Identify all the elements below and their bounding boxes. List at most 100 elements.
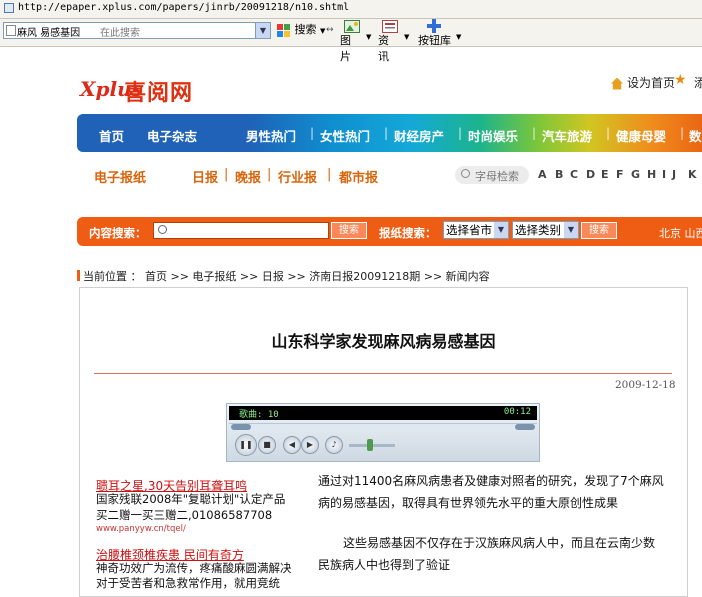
pause-button[interactable]: ❚❚ xyxy=(235,434,257,456)
paper-divider: | xyxy=(327,167,332,182)
arrows-icon[interactable]: ↔ xyxy=(326,25,334,47)
paragraph-2-line-2: 民族病人中也得到了验证 xyxy=(318,558,451,572)
player-display: 歌曲: 10 00:12 xyxy=(229,406,537,420)
toolbar-search-button[interactable]: 搜索 ▼ xyxy=(276,21,325,43)
paper-link-daily[interactable]: 日报 xyxy=(192,167,218,186)
toolbar-search-value[interactable]: 麻风 易感基因 xyxy=(17,24,80,39)
nav-more[interactable]: 数 xyxy=(689,126,702,145)
search-icon xyxy=(158,225,167,234)
next-button[interactable]: ▶ xyxy=(301,436,319,454)
nav-finance[interactable]: 财经房产 xyxy=(394,126,444,145)
chevron-down-icon: ▼ xyxy=(456,33,462,41)
set-homepage-label: 设为首页 xyxy=(627,76,676,90)
search-icon xyxy=(461,169,470,178)
toolbar-search-box[interactable]: 麻风 易感基因 在此搜索 ▼ xyxy=(3,22,271,39)
paper-link-evening[interactable]: 晚报 xyxy=(235,167,261,186)
seek-end xyxy=(515,424,535,430)
chevron-down-icon: ▼ xyxy=(320,27,326,35)
plus-icon xyxy=(427,19,441,33)
ad-url-1[interactable]: www.panyyw.cn/tqel/ xyxy=(96,524,186,534)
search-band: 内容搜索： 搜索 报纸搜索： 选择省市 ▼ 选择类别 ▼ 搜索 北京 山西 xyxy=(77,217,702,246)
page-icon xyxy=(4,3,14,13)
paper-search-button[interactable]: 搜索 xyxy=(581,222,617,239)
paper-divider: | xyxy=(267,167,272,182)
nav-divider: | xyxy=(606,126,611,140)
content-search-button[interactable]: 搜索 xyxy=(331,222,367,239)
nav-auto[interactable]: 汽车旅游 xyxy=(542,126,592,145)
song-label: 歌曲: 10 xyxy=(239,410,279,420)
breadcrumb-text[interactable]: 当前位置 ： 首页 >> 电子报纸 >> 日报 >> 济南日报20091218期… xyxy=(83,270,490,283)
article-title: 山东科学家发现麻风病易感基因 xyxy=(271,332,496,351)
site-logo[interactable]: Xplus 喜阅网 xyxy=(80,75,210,106)
set-homepage-link[interactable]: 设为首页 xyxy=(611,74,675,91)
ad-line-1a: 国家残联2008年"复聪计划"认定产品 xyxy=(96,492,286,506)
letter-f[interactable]: F xyxy=(616,168,624,181)
letter-search-label: 字母检索 xyxy=(475,170,519,183)
star-icon: ★ xyxy=(674,72,687,88)
google-icon xyxy=(277,23,290,37)
nav-fashion[interactable]: 时尚娱乐 xyxy=(468,126,518,145)
nav-home[interactable]: 首页 xyxy=(99,126,124,145)
letter-e[interactable]: E xyxy=(601,168,609,181)
epaper-title[interactable]: 电子报纸 xyxy=(94,167,146,186)
volume-slider[interactable] xyxy=(349,439,395,451)
browser-toolbar: 麻风 易感基因 在此搜索 ▼ 搜索 ▼ ↔ 图片 ▼ 资讯 ▼ 按钮库 ▼ xyxy=(0,19,702,63)
ad-line-2a: 神奇功效广为流传，疼痛酸麻圆满解决 xyxy=(96,561,292,575)
chevron-down-icon: ▼ xyxy=(366,33,372,41)
ad-line-1b: 买二赠一买三赠二,01086587708 xyxy=(96,508,273,522)
category-select-value: 选择类别 xyxy=(515,223,561,237)
letter-k[interactable]: K xyxy=(688,168,697,181)
stop-button[interactable]: ■ xyxy=(258,436,276,454)
previous-button[interactable]: ◀ xyxy=(283,436,301,454)
province-select[interactable]: 选择省市 ▼ xyxy=(443,221,509,239)
paper-search-label: 报纸搜索： xyxy=(379,226,437,240)
nav-health[interactable]: 健康母婴 xyxy=(616,126,666,145)
city-links[interactable]: 北京 山西 xyxy=(659,225,702,241)
seek-bar[interactable] xyxy=(229,423,537,431)
url-text[interactable]: http://epaper.xplus.com/papers/jinrb/200… xyxy=(18,2,349,13)
paragraph-2-line-1: 这些易感基因不仅存在于汉族麻风病人中，而且在云南少数 xyxy=(343,536,656,550)
play-time: 00:12 xyxy=(503,407,531,417)
toolbar-search-label: 搜索 xyxy=(294,23,317,36)
content-search-input[interactable] xyxy=(153,222,329,239)
seek-handle[interactable] xyxy=(231,424,251,430)
content-search-label: 内容搜索： xyxy=(89,226,147,240)
letter-search-button[interactable]: 字母检索 xyxy=(455,166,529,184)
paper-divider: | xyxy=(224,167,229,182)
button-library-label: 按钮库 xyxy=(418,34,451,47)
letter-i[interactable]: I xyxy=(662,168,666,181)
paragraph-1-line-1: 通过对11400名麻风病患者及健康对照者的研究，发现了7个麻风 xyxy=(318,474,664,488)
breadcrumb-marker xyxy=(77,270,80,281)
news-label: 资讯 xyxy=(378,34,389,63)
chevron-down-icon[interactable]: ▼ xyxy=(255,23,270,38)
letter-b[interactable]: B xyxy=(555,168,563,181)
address-bar[interactable]: http://epaper.xplus.com/papers/jinrb/200… xyxy=(0,0,702,19)
province-select-value: 选择省市 xyxy=(446,223,492,237)
nav-men[interactable]: 男性热门 xyxy=(246,126,296,145)
speaker-icon[interactable]: ♪ xyxy=(325,436,343,454)
images-label: 图片 xyxy=(340,34,351,63)
letter-g[interactable]: G xyxy=(631,168,640,181)
nav-divider: | xyxy=(384,126,389,140)
volume-handle[interactable] xyxy=(367,439,373,451)
chevron-down-icon: ▼ xyxy=(564,222,578,238)
letter-j[interactable]: J xyxy=(672,168,676,181)
letter-h[interactable]: H xyxy=(647,168,656,181)
home-icon xyxy=(611,77,623,90)
main-nav: 首页 电子杂志 男性热门 | 女性热门 | 财经房产 | 时尚娱乐 | 汽车旅游… xyxy=(77,114,702,152)
chevron-down-icon: ▼ xyxy=(404,33,410,41)
letter-d[interactable]: D xyxy=(586,168,595,181)
nav-emagazine[interactable]: 电子杂志 xyxy=(147,126,197,145)
favorite-link[interactable]: 添 xyxy=(694,74,702,91)
nav-divider: | xyxy=(532,126,537,140)
letter-c[interactable]: C xyxy=(570,168,578,181)
category-select[interactable]: 选择类别 ▼ xyxy=(512,221,579,239)
paper-link-industry[interactable]: 行业报 xyxy=(278,167,317,186)
article-date: 2009-12-18 xyxy=(615,379,676,391)
title-divider xyxy=(94,373,672,374)
nav-women[interactable]: 女性热门 xyxy=(320,126,370,145)
doc-icon xyxy=(6,25,16,36)
letter-a[interactable]: A xyxy=(538,168,547,181)
paper-link-metro[interactable]: 都市报 xyxy=(339,167,378,186)
nav-divider: | xyxy=(680,126,685,140)
